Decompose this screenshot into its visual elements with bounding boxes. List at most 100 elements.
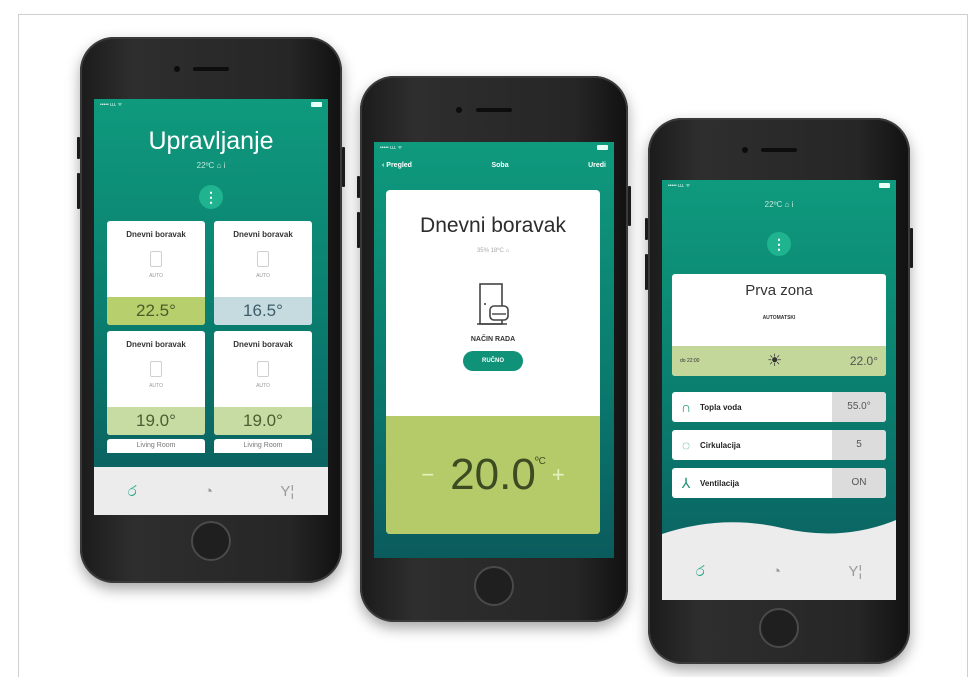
room-temperature: 19.0° [214, 407, 312, 435]
door-icon [257, 251, 269, 267]
room-name: Dnevni boravak [126, 230, 186, 239]
increase-button[interactable]: + [552, 462, 565, 488]
home-tab-icon[interactable]: ර [128, 483, 137, 500]
room-name: Dnevni boravak [233, 230, 293, 239]
circulation-icon: ◌ [681, 437, 691, 453]
phone-overview: ••••• ʟʟʟ ᯤ Upravljanje 22ºC ⌂ i ⋮ Dnevn… [77, 37, 345, 583]
battery-icon [879, 183, 890, 188]
battery-icon [311, 102, 322, 107]
phone-zone: ••••• ʟʟʟ ᯤ 22ºC ⌂ i ⋮ Prva zona AUTOMAT… [645, 118, 913, 664]
status-bar: ••••• ʟʟʟ ᯤ [94, 102, 328, 112]
volume-button [357, 212, 360, 248]
faucet-icon: ∩ [680, 399, 692, 415]
back-label: Pregled [386, 162, 412, 169]
home-tab-icon[interactable]: ර [696, 563, 705, 580]
front-camera [174, 66, 180, 72]
door-icon [150, 251, 162, 267]
signal-indicator: ••••• ʟʟʟ ᯤ [380, 145, 403, 151]
screen: ••••• ʟʟʟ ᯤ 22ºC ⌂ i ⋮ Prva zona AUTOMAT… [662, 180, 896, 600]
room-tile[interactable]: Dnevni boravak AUTO 22.5° [107, 221, 205, 325]
tab-bar: ර ◔ Y¦ [662, 542, 896, 600]
status-bar: ••••• ʟʟʟ ᯤ [374, 145, 614, 155]
home-button[interactable] [191, 521, 231, 561]
nav-bar: ‹ Pregled Soba Uredi [374, 162, 614, 169]
stats-tab-icon[interactable]: ◔ [204, 483, 213, 500]
room-temperature: 16.5° [214, 297, 312, 325]
room-tile-peek[interactable]: Living Room [107, 439, 205, 453]
mute-switch [357, 176, 360, 198]
settings-tab-icon[interactable]: Y¦ [280, 483, 294, 500]
manual-mode-button[interactable]: RUČNO [463, 351, 523, 371]
fan-icon: ⅄ [681, 474, 691, 491]
tab-bar: ර ◔ Y¦ [94, 467, 328, 515]
room-name: Dnevni boravak [420, 214, 566, 237]
room-tile-peek[interactable]: Living Room [214, 439, 312, 453]
room-name: Dnevni boravak [126, 340, 186, 349]
settings-tab-icon[interactable]: Y¦ [848, 563, 862, 580]
temperature-control: − 20.0 ºC + [386, 416, 600, 534]
mute-switch [77, 137, 80, 159]
zone-card[interactable]: Prva zona AUTOMATSKI do 22:00 ☀ 22.0° [672, 274, 886, 376]
temperature-unit: ºC [534, 456, 546, 467]
battery-icon [597, 145, 608, 150]
hot-water-row[interactable]: ∩ Topla voda 55.0° [672, 392, 886, 422]
circulation-row[interactable]: ◌ Cirkulacija 5 [672, 430, 886, 460]
screen: ••••• ʟʟʟ ᯤ Upravljanje 22ºC ⌂ i ⋮ Dnevn… [94, 99, 328, 515]
setpoint-temperature: 20.0 ºC [450, 450, 546, 500]
home-button[interactable] [759, 608, 799, 648]
mode-label: NAČIN RADA [470, 336, 516, 343]
room-mode: AUTO [256, 383, 270, 389]
zone-name: Prva zona [745, 282, 813, 299]
screen: ••••• ʟʟʟ ᯤ ‹ Pregled Soba Uredi Dnevni … [374, 142, 614, 558]
room-temperature: 22.5° [107, 297, 205, 325]
status-bar: ••••• ʟʟʟ ᯤ [662, 183, 896, 193]
signal-indicator: ••••• ʟʟʟ ᯤ [668, 183, 691, 189]
sun-icon: ☀ [767, 351, 783, 370]
room-mode: AUTO [149, 273, 163, 279]
front-camera [742, 147, 748, 153]
house-summary: 22ºC ⌂ i [196, 161, 226, 170]
door-icon [257, 361, 269, 377]
more-menu-button[interactable]: ⋮ [199, 185, 223, 209]
signal-indicator: ••••• ʟʟʟ ᯤ [100, 102, 123, 108]
volume-button [77, 173, 80, 209]
stats-tab-icon[interactable]: ◔ [772, 563, 781, 580]
power-button [342, 147, 345, 187]
front-camera [456, 107, 462, 113]
edit-button[interactable]: Uredi [588, 162, 606, 169]
ventilation-row[interactable]: ⅄ Ventilacija ON [672, 468, 886, 498]
home-button[interactable] [474, 566, 514, 606]
zone-status-bar: do 22:00 ☀ 22.0° [672, 346, 886, 376]
power-button [628, 186, 631, 226]
row-label: Cirkulacija [700, 440, 741, 450]
more-menu-button[interactable]: ⋮ [767, 232, 791, 256]
volume-button [645, 254, 648, 290]
room-temperature: 19.0° [107, 407, 205, 435]
wave-decoration [662, 520, 896, 544]
decrease-button[interactable]: − [421, 462, 434, 488]
zone-until: do 22:00 [680, 358, 700, 364]
mute-switch [645, 218, 648, 240]
setpoint-value: 20.0 [450, 450, 536, 499]
page-title: Upravljanje [148, 127, 274, 155]
zone-temperature: 22.0° [849, 354, 878, 368]
row-value: ON [832, 468, 886, 498]
back-button[interactable]: ‹ Pregled [382, 162, 412, 169]
room-tile[interactable]: Dnevni boravak AUTO 19.0° [107, 331, 205, 435]
room-card: Dnevni boravak 35% 18ºC ⌂ NAČIN RADA RUČ… [386, 190, 600, 534]
earpiece-speaker [193, 67, 229, 71]
row-value: 5 [832, 430, 886, 460]
room-mode: AUTO [149, 383, 163, 389]
room-meta: 35% 18ºC ⌂ [476, 248, 510, 254]
phone-room-detail: ••••• ʟʟʟ ᯤ ‹ Pregled Soba Uredi Dnevni … [357, 76, 631, 622]
power-button [910, 228, 913, 268]
row-label: Ventilacija [700, 478, 740, 488]
room-name: Dnevni boravak [233, 340, 293, 349]
door-armchair-icon [474, 282, 512, 330]
zone-mode: AUTOMATSKI [762, 315, 796, 321]
nav-title: Soba [491, 162, 509, 169]
earpiece-speaker [476, 108, 512, 112]
room-tile[interactable]: Dnevni boravak AUTO 16.5° [214, 221, 312, 325]
room-tile[interactable]: Dnevni boravak AUTO 19.0° [214, 331, 312, 435]
row-value: 55.0° [832, 392, 886, 422]
